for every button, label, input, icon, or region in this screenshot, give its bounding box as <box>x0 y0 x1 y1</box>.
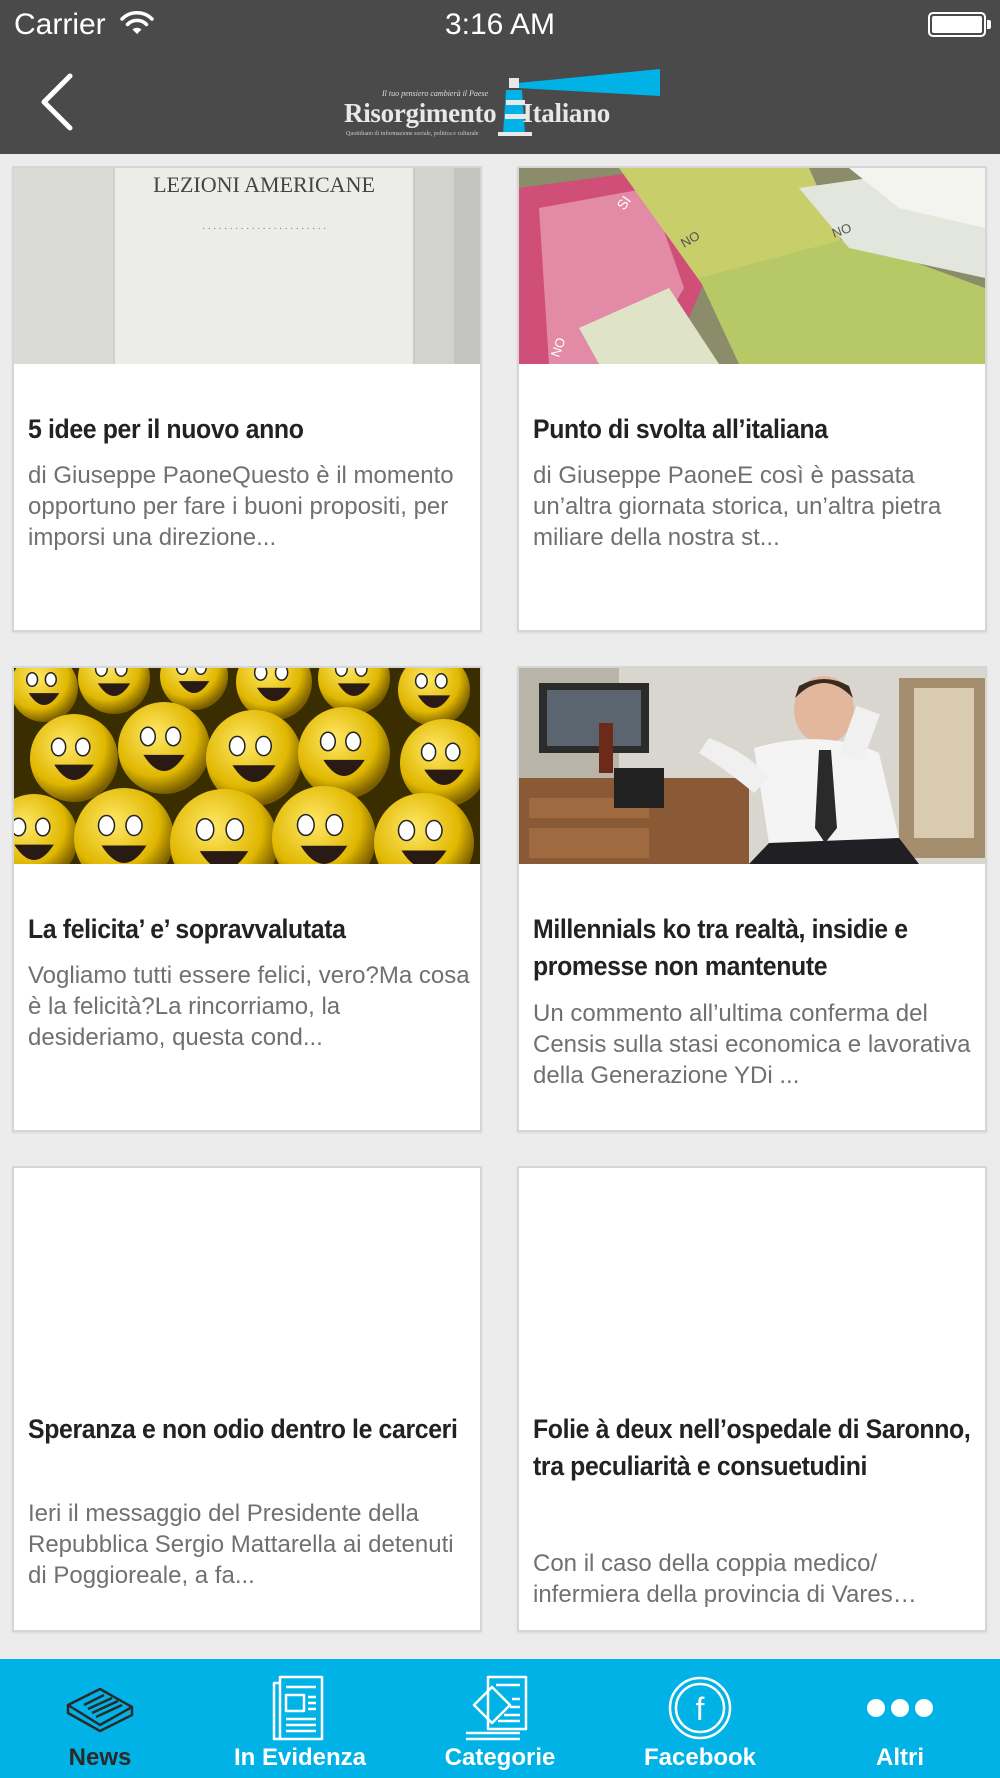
tab-categorie[interactable]: Categorie <box>400 1659 600 1778</box>
more-icon <box>867 1699 933 1717</box>
logo-name-left: Risorgimento <box>344 98 497 128</box>
article-excerpt: Vogliamo tutti essere felici, vero?Ma co… <box>28 962 470 1051</box>
tab-label: In Evidenza <box>233 1744 367 1771</box>
news-card[interactable]: Folie à deux nell’ospedale di Saronno, t… <box>517 1166 987 1632</box>
facebook-icon: f <box>668 1676 732 1740</box>
featured-news-icon <box>272 1675 324 1741</box>
article-title: Punto di svolta all’italiana <box>533 414 828 444</box>
svg-text:· · · · · · · · · · · · · · ·: · · · · · · · · · · · · · · · · · · · · … <box>202 223 326 235</box>
office-worker-image <box>519 668 985 864</box>
article-image-placeholder <box>519 1168 985 1364</box>
tab-label: Altri <box>876 1744 924 1771</box>
back-button[interactable] <box>30 70 90 134</box>
tab-altri[interactable]: Altri <box>800 1659 1000 1778</box>
news-card[interactable]: La felicita’ e’ sopravvalutata Vogliamo … <box>12 666 482 1132</box>
clock: 3:16 AM <box>444 8 556 41</box>
article-title: Folie à deux nell’ospedale di Saronno, t… <box>533 1414 971 1481</box>
book-title-text: LEZIONI AMERICANE <box>153 172 375 197</box>
news-card[interactable]: Millennials ko tra realtà, insidie e pro… <box>517 666 987 1132</box>
logo-tagline: Il tuo pensiero cambierà il Paese <box>382 89 489 98</box>
article-title: La felicita’ e’ sopravvalutata <box>28 914 346 944</box>
chevron-left-icon <box>41 73 73 131</box>
article-excerpt: di Giuseppe PaoneE così è passata un’alt… <box>533 462 942 551</box>
article-title: Millennials ko tra realtà, insidie e pro… <box>533 914 908 981</box>
article-excerpt: Un commento all’ultima conferma del Cens… <box>533 1000 971 1089</box>
tab-label: News <box>68 1744 132 1771</box>
status-bar: Carrier 3:16 AM <box>0 0 1000 50</box>
svg-text:f: f <box>696 1691 705 1727</box>
article-image <box>519 668 985 864</box>
news-card[interactable]: SI NO NO NO Punto di svolta all’italiana… <box>517 166 987 632</box>
tab-label: Categorie <box>444 1744 556 1771</box>
smiley-balls-image <box>14 668 480 864</box>
article-excerpt: di Giuseppe PaoneQuesto è il momento opp… <box>28 462 454 551</box>
app-logo: Il tuo pensiero cambierà il Paese Risorg… <box>342 68 662 140</box>
navigation-bar: Il tuo pensiero cambierà il Paese Risorg… <box>0 50 1000 154</box>
article-title: 5 idee per il nuovo anno <box>28 414 304 444</box>
book-image: LEZIONI AMERICANE · · · · · · · · · · · … <box>14 168 480 364</box>
news-card[interactable]: LEZIONI AMERICANE · · · · · · · · · · · … <box>12 166 482 632</box>
battery-icon <box>928 12 991 37</box>
newspaper-icon <box>66 1687 134 1733</box>
tab-label: Facebook <box>643 1744 757 1771</box>
article-image <box>14 668 480 864</box>
logo-wordmark: Risorgimento Italiano <box>344 98 610 129</box>
categories-icon <box>466 1675 528 1741</box>
article-excerpt: Con il caso della coppia medico/ infermi… <box>533 1550 917 1608</box>
logo-name-right: Italiano <box>522 98 611 128</box>
article-image: SI NO NO NO <box>519 168 985 364</box>
article-excerpt: Ieri il messaggio del Presidente della R… <box>28 1500 454 1589</box>
news-card[interactable]: Speranza e non odio dentro le carceri Ie… <box>12 1166 482 1632</box>
article-title: Speranza e non odio dentro le carceri <box>28 1414 458 1444</box>
tab-bar: News In Evidenza Categorie f Facebook Al… <box>0 1659 1000 1778</box>
logo-subline: Quotidiano di informazione sociale, poli… <box>346 131 479 137</box>
tab-facebook[interactable]: f Facebook <box>600 1659 800 1778</box>
tab-news[interactable]: News <box>0 1659 200 1778</box>
ballots-image: SI NO NO NO <box>519 168 985 364</box>
news-grid: LEZIONI AMERICANE · · · · · · · · · · · … <box>0 154 1000 1659</box>
article-image: LEZIONI AMERICANE · · · · · · · · · · · … <box>14 168 480 364</box>
article-image-placeholder <box>14 1168 480 1364</box>
tab-in-evidenza[interactable]: In Evidenza <box>200 1659 400 1778</box>
